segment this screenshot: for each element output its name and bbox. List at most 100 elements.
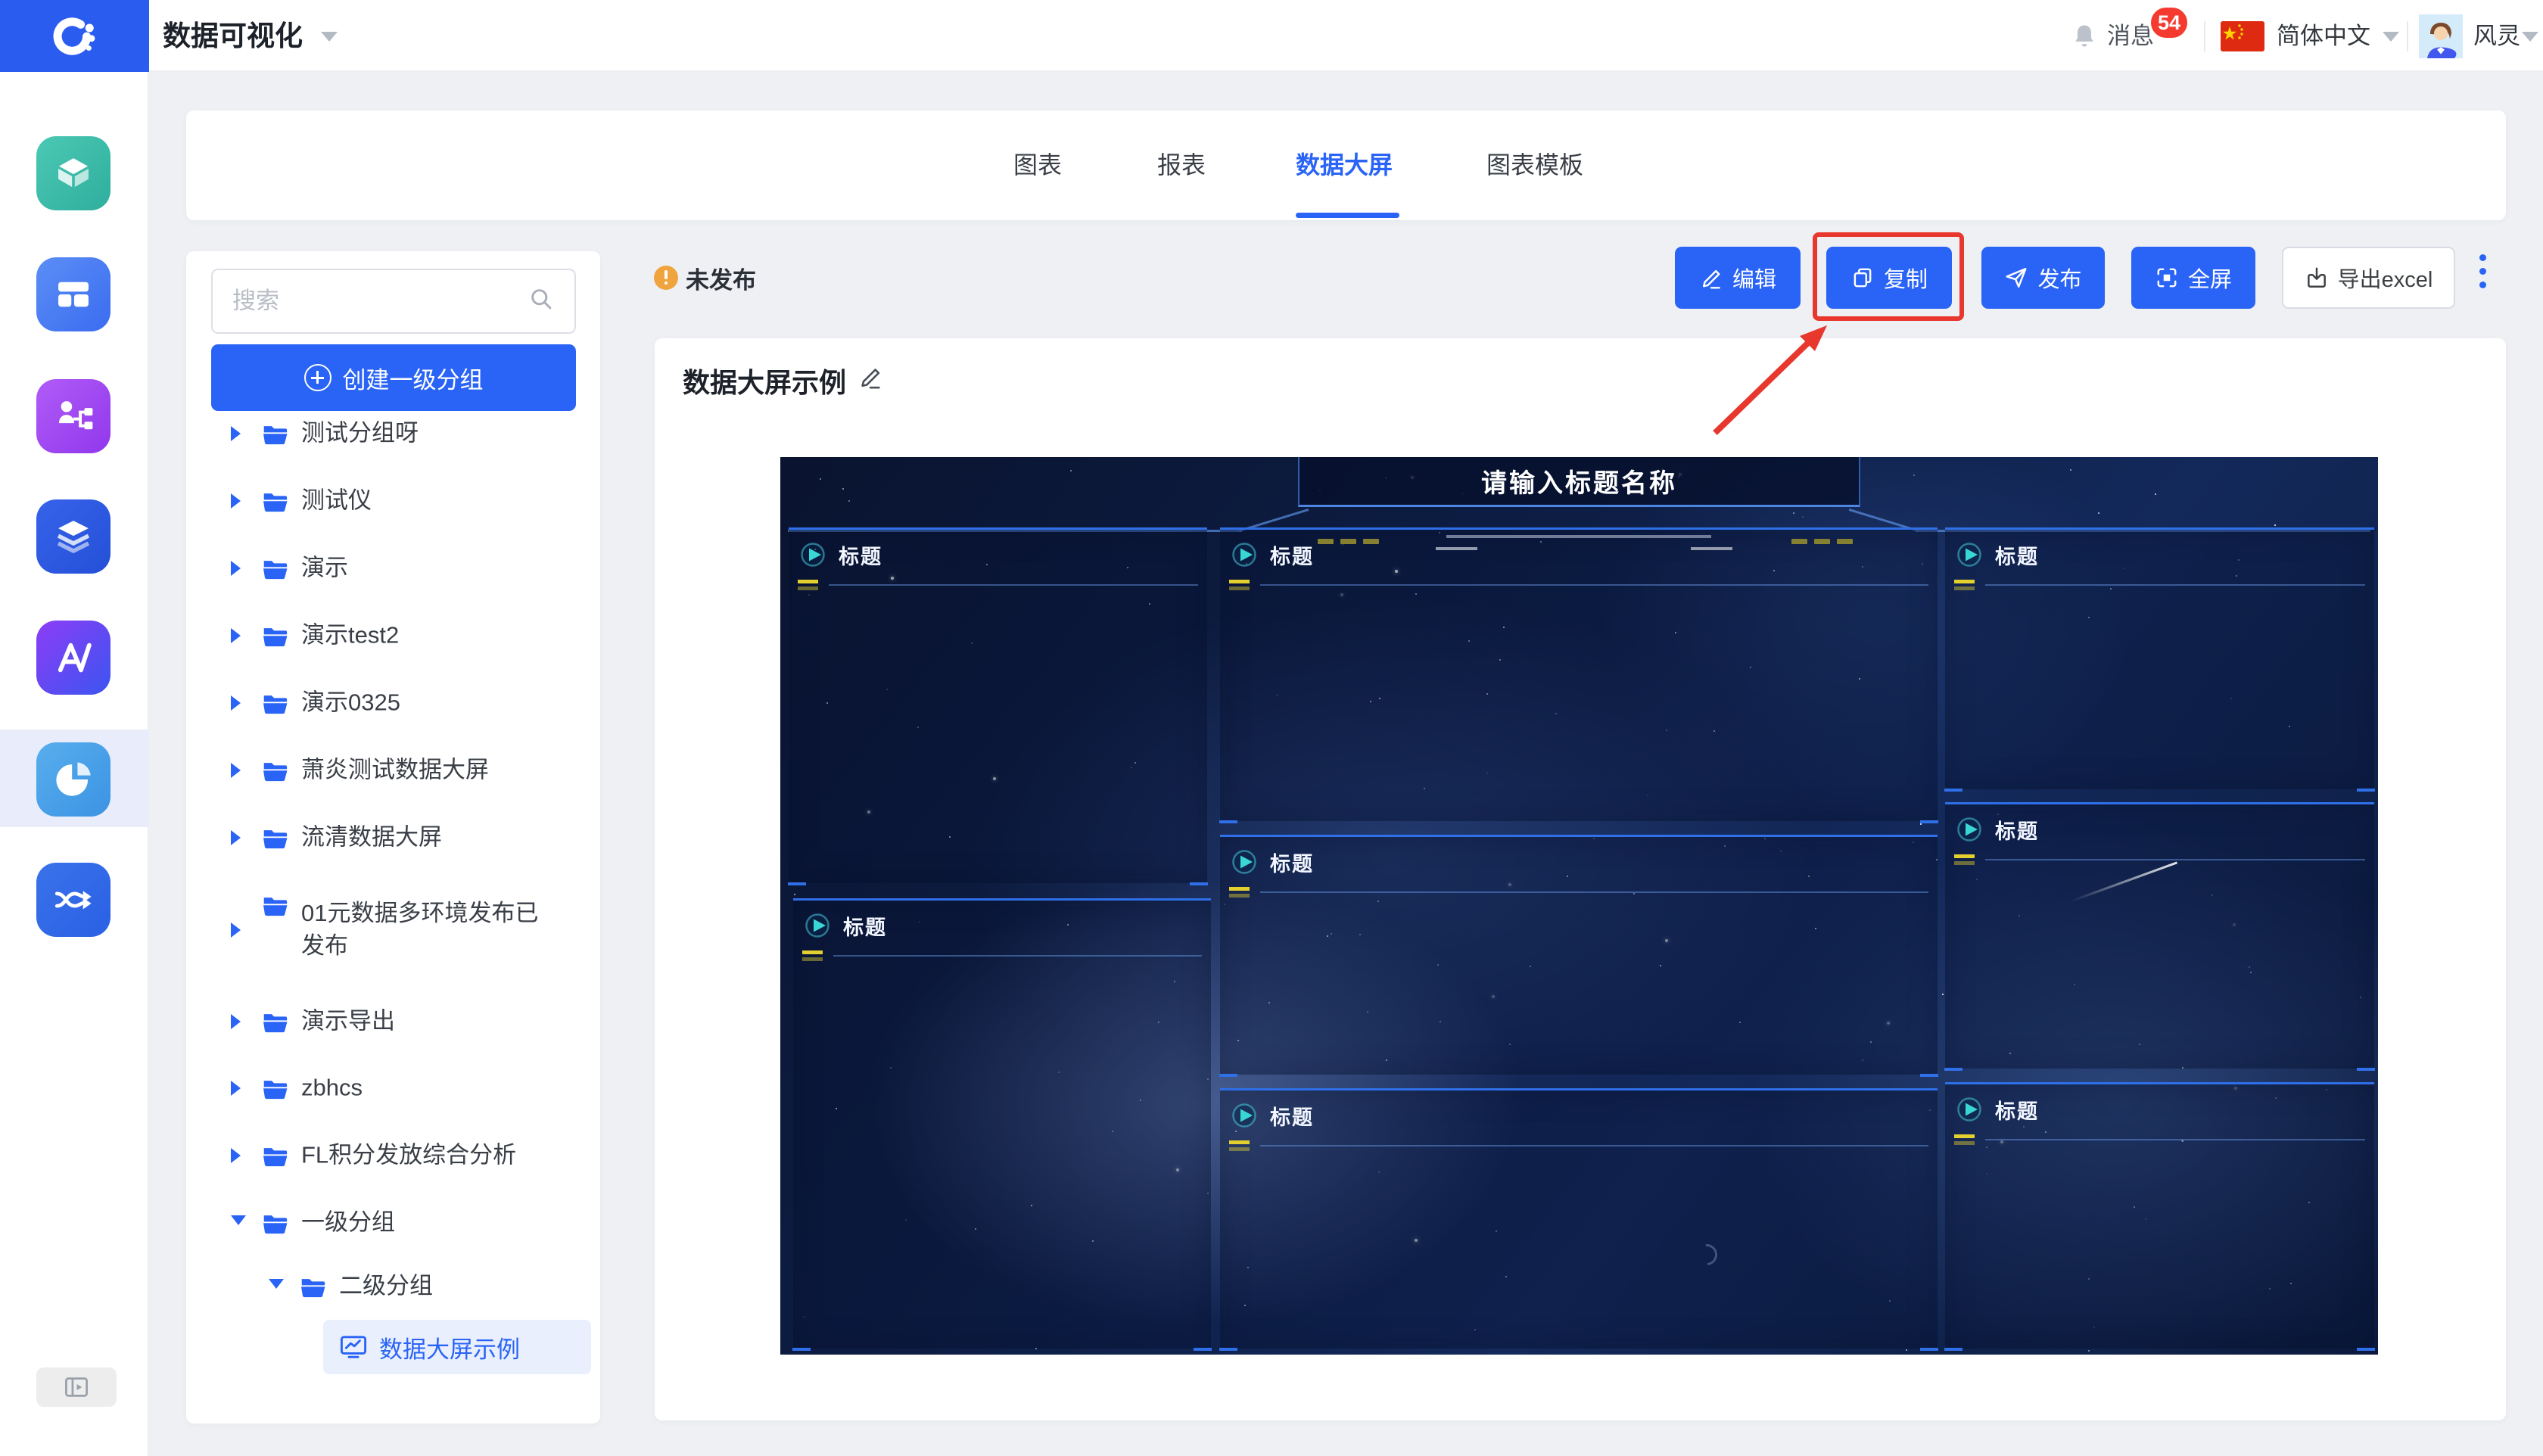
paper-plane-icon [2004,266,2028,290]
caret-right-icon[interactable] [231,1081,241,1096]
tree-item[interactable]: 演示0325 [186,678,600,728]
caret-right-icon[interactable] [231,830,241,845]
caret-right-icon[interactable] [231,695,241,711]
caret-right-icon[interactable] [231,763,241,778]
folder-icon [262,894,289,918]
publish-button[interactable]: 发布 [1981,247,2105,309]
messages-link[interactable]: 消息 [2107,0,2154,72]
app-title-caret-icon[interactable] [321,32,338,42]
tree-item[interactable]: 01元数据多环境发布已发布 [186,880,600,980]
user-menu-caret-icon[interactable] [2522,32,2538,42]
rail-item-orgchart[interactable] [36,379,110,453]
caret-right-icon[interactable] [231,1148,241,1163]
warning-dot-icon [654,266,678,290]
tree-item[interactable]: 流清数据大屏 [186,813,600,863]
tab-reports[interactable]: 报表 [1157,110,1206,220]
language-selector[interactable]: 简体中文 [2277,0,2370,72]
pie-chart-icon [51,758,95,801]
annotation-arrow [1713,325,1827,435]
divider [2407,21,2408,51]
preview-panel: 标题 [792,898,1212,1351]
tree-item[interactable]: 演示 [186,543,600,593]
panel-title: 标题 [839,545,882,568]
create-group-label: 创建一级分组 [342,366,484,394]
export-button-label: 导出excel [2337,268,2433,292]
rail-item-layers[interactable] [36,499,110,574]
export-icon [2305,266,2329,290]
folder-icon [262,1144,289,1168]
fullscreen-button[interactable]: 全屏 [2131,247,2255,309]
caret-down-icon[interactable] [269,1279,284,1289]
tree-item[interactable]: FL积分发放综合分析 [186,1131,600,1181]
export-excel-button[interactable]: 导出excel [2282,247,2455,309]
screen-preview[interactable]: 请输入标题名称 标题 标题 标题 标题 标题 标题 标题 标题 [780,457,2378,1355]
tree-item-label: 演示 [301,554,348,581]
folder-icon [262,826,289,851]
app-logo[interactable] [0,0,149,72]
folder-icon [262,1010,289,1034]
tree-item[interactable]: 萧炎测试数据大屏 [186,745,600,795]
preview-panel: 标题 [1944,802,2375,1071]
tree-item[interactable]: 测试仪 [186,476,600,526]
screen-detail-card: 数据大屏示例 请输入标题名称 标题 标题 标题 标题 标题 标题 标题 标题 [655,338,2506,1420]
caret-right-icon[interactable] [231,922,241,938]
caret-right-icon[interactable] [231,493,241,509]
rail-item-dataflow[interactable] [36,863,110,937]
caret-right-icon[interactable] [231,561,241,576]
search-input[interactable] [211,269,576,334]
tree-item[interactable]: 测试分组呀 [186,409,600,459]
tree-item[interactable]: 演示导出 [186,997,600,1047]
rail-item-ai[interactable] [36,621,110,695]
tab-chart-templates[interactable]: 图表模板 [1486,110,1583,220]
publish-button-label: 发布 [2037,268,2082,292]
play-icon [1955,1094,1985,1125]
folder-icon [262,692,289,716]
tree-item-label: 测试分组呀 [301,419,419,446]
publish-status: 未发布 [686,267,756,294]
tree-item[interactable]: 演示test2 [186,611,600,661]
create-group-button[interactable]: 创建一级分组 [211,344,576,411]
tree-item-label: 演示test2 [301,621,400,649]
preview-panel: 标题 [1944,527,2375,792]
tree-item-label: 01元数据多环境发布已发布 [301,900,539,959]
rail-item-visualization[interactable] [36,742,110,817]
more-actions-menu[interactable] [2479,254,2487,295]
tab-data-screen[interactable]: 数据大屏 [1296,110,1393,220]
username[interactable]: 风灵 [2473,0,2520,72]
panel-title: 标题 [1270,545,1314,568]
tree-item[interactable]: 二级分组 [186,1262,600,1311]
edit-button[interactable]: 编辑 [1675,247,1801,309]
rail-item-cube[interactable] [36,136,110,210]
tree-item-label: 二级分组 [339,1272,433,1299]
fullscreen-icon [2155,266,2179,290]
caret-right-icon[interactable] [231,426,241,441]
rail-item-layout[interactable] [36,257,110,331]
active-tab-underline [1296,213,1399,218]
caret-down-icon[interactable] [231,1215,246,1225]
collapse-sidebar-button[interactable] [36,1367,117,1407]
language-caret-icon[interactable] [2383,32,2399,42]
layers-icon [51,515,95,558]
rename-pencil-icon[interactable] [858,364,883,390]
tree-item-selected[interactable]: 数据大屏示例 [323,1320,591,1374]
annotation-highlight-box [1813,232,1964,321]
top-bar: 数据可视化 消息 54 简体中文 风灵 [0,0,2543,72]
user-avatar[interactable] [2419,14,2463,58]
tree-item-label: FL积分发放综合分析 [301,1141,517,1168]
folder-icon [262,1212,289,1236]
caret-right-icon[interactable] [231,628,241,643]
shuffle-icon [51,878,95,922]
folder-icon [262,422,289,446]
panel-title: 标题 [1270,852,1314,876]
folder-icon [262,490,289,514]
tree-item[interactable]: zbhcs [186,1063,600,1113]
tree-item-label: 演示0325 [301,689,400,716]
play-icon [798,540,829,570]
tree-item-label: 演示导出 [301,1007,395,1034]
folder-icon [262,759,289,783]
tab-charts[interactable]: 图表 [1013,110,1062,220]
caret-right-icon[interactable] [231,1014,241,1029]
bell-icon[interactable] [2071,22,2098,49]
tree-item-label: 流清数据大屏 [301,823,442,851]
tree-item[interactable]: 一级分组 [186,1198,600,1248]
